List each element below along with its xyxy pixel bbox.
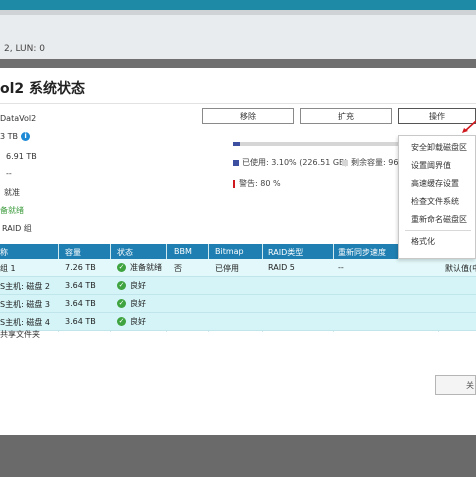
info-icon[interactable]: i — [21, 132, 31, 141]
volume-dash: -- — [6, 169, 12, 178]
cell-capacity: 7.26 TB — [65, 263, 96, 272]
manage-dropdown-menu: 安全卸载磁盘区 设置阈界值 高速缓存设置 检查文件系统 重新命名磁盘区 格式化 — [398, 135, 476, 259]
warning-legend: 警告: 80 % — [233, 178, 281, 189]
volume-capacity: 3 TB — [0, 132, 19, 141]
header-name: 称 — [0, 248, 8, 257]
header-raid-type: RAID类型 — [268, 248, 304, 257]
dialog-title: ol2 系统状态 — [0, 81, 86, 97]
header-bitmap: Bitmap — [215, 247, 244, 256]
app-topbar — [0, 0, 476, 10]
background-panel: 2, LUN: 0 — [0, 15, 476, 59]
table-row[interactable]: S主机: 磁盘 4 3.64 TB ✓ 良好 — [0, 313, 476, 331]
check-icon: ✓ — [117, 263, 126, 272]
cell-extra: 默认值(中 — [445, 264, 476, 273]
volume-name: DataVol2 — [0, 114, 37, 123]
expand-button[interactable]: 扩充 — [300, 108, 392, 124]
cell-name: S主机: 磁盘 2 — [0, 282, 50, 291]
used-legend: 已使用: 3.10% (226.51 GB) — [233, 157, 348, 168]
cell-capacity: 3.64 TB — [65, 317, 96, 326]
header-bbm: BBM — [174, 247, 192, 256]
menu-item-safe-unmount[interactable]: 安全卸载磁盘区 — [411, 142, 467, 153]
volume-item4: 就准 — [4, 188, 20, 197]
cell-name: S主机: 磁盘 4 — [0, 318, 50, 327]
menu-item-rename-volume[interactable]: 重新命名磁盘区 — [411, 214, 467, 225]
header-resync-speed: 重新同步速度 — [338, 248, 386, 257]
used-legend-text: 已使用: 3.10% (226.51 GB) — [242, 158, 348, 167]
volume-used: 6.91 TB — [6, 152, 37, 161]
usage-bar-fill — [233, 142, 240, 146]
menu-item-check-filesystem[interactable]: 检查文件系统 — [411, 196, 459, 207]
header-capacity: 容量 — [65, 248, 81, 257]
warning-legend-text: 警告: 80 % — [239, 179, 281, 188]
table-row[interactable]: S主机: 磁盘 3 3.64 TB ✓ 良好 — [0, 295, 476, 313]
cell-resync-speed: -- — [338, 263, 344, 272]
background-overlay — [0, 435, 476, 477]
close-button[interactable]: 关 — [435, 375, 476, 395]
warning-marker — [233, 179, 235, 188]
cell-status: ✓ 良好 — [117, 316, 146, 327]
system-status-dialog: ol2 系统状态 DataVol2 3 TB i 6.91 TB -- 就准 备就… — [0, 68, 476, 410]
menu-item-set-threshold[interactable]: 设置阈界值 — [411, 160, 451, 171]
cell-bbm: 否 — [174, 264, 182, 273]
shared-folder-note: 共享文件夹 — [0, 330, 40, 339]
table-row[interactable]: 组 1 7.26 TB ✓ 准备就绪 否 已停用 RAID 5 -- 默认值(中 — [0, 259, 476, 277]
cell-status-text: 良好 — [130, 299, 146, 308]
dialog-bottom-band — [0, 410, 476, 435]
cell-status: ✓ 良好 — [117, 298, 146, 309]
menu-divider — [405, 230, 471, 231]
used-legend-swatch — [233, 159, 239, 166]
cell-name: S主机: 磁盘 3 — [0, 300, 50, 309]
free-legend-swatch — [342, 159, 348, 166]
cell-status: ✓ 准备就绪 — [117, 262, 162, 273]
cell-name: 组 1 — [0, 264, 16, 273]
table-row[interactable]: S主机: 磁盘 2 3.64 TB ✓ 良好 — [0, 277, 476, 295]
cell-status: ✓ 良好 — [117, 280, 146, 291]
remove-button[interactable]: 移除 — [202, 108, 294, 124]
cell-bitmap: 已停用 — [215, 264, 239, 273]
cell-capacity: 3.64 TB — [65, 299, 96, 308]
cell-status-text: 良好 — [130, 281, 146, 290]
volume-raid-group: RAID 组 — [2, 224, 32, 233]
menu-item-cache-settings[interactable]: 高速缓存设置 — [411, 178, 459, 189]
cell-capacity: 3.64 TB — [65, 281, 96, 290]
check-icon: ✓ — [117, 281, 126, 290]
cell-status-text: 良好 — [130, 317, 146, 326]
free-legend-text: 剩余容量: 96 — [351, 158, 399, 167]
cell-raid-type: RAID 5 — [268, 263, 295, 272]
cell-status-text: 准备就绪 — [130, 263, 162, 272]
check-icon: ✓ — [117, 299, 126, 308]
free-legend: 剩余容量: 96 — [342, 157, 398, 168]
header-status: 状态 — [117, 248, 133, 257]
dialog-title-divider — [0, 103, 476, 104]
check-icon: ✓ — [117, 317, 126, 326]
volume-capacity-row: 3 TB i — [0, 132, 31, 141]
volume-status: 备就绪 — [0, 206, 24, 215]
usage-bar — [233, 142, 403, 146]
menu-item-format[interactable]: 格式化 — [411, 236, 435, 247]
manage-button[interactable]: 操作 — [398, 108, 476, 124]
background-status-text: 2, LUN: 0 — [4, 44, 45, 54]
